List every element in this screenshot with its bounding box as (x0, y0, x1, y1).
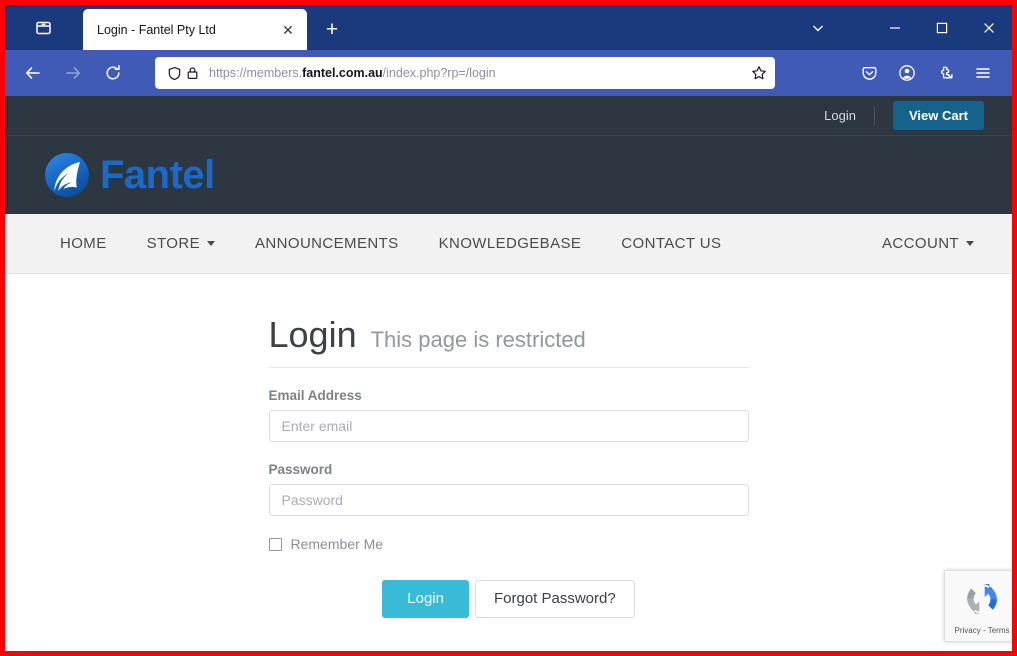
new-tab-icon[interactable]: + (315, 12, 349, 46)
site-navigation: HOME STORE ANNOUNCEMENTS KNOWLEDGEBASE C… (5, 214, 1012, 274)
fantel-logo-icon (43, 151, 91, 199)
hamburger-menu-icon[interactable] (964, 56, 1002, 90)
forward-arrow-icon (55, 56, 91, 90)
remember-me-row[interactable]: Remember Me (268, 536, 749, 552)
site-logo[interactable]: Fantel (43, 151, 215, 199)
lock-icon[interactable] (186, 66, 199, 80)
recaptcha-badge[interactable]: Privacy - Terms (944, 570, 1012, 642)
account-circle-icon[interactable] (888, 56, 926, 90)
site-login-link[interactable]: Login (824, 106, 875, 125)
recaptcha-privacy-terms[interactable]: Privacy - Terms (955, 626, 1010, 635)
recaptcha-logo-icon (961, 578, 1003, 625)
page-title: Login (268, 314, 357, 355)
site-header: Fantel (5, 136, 1012, 214)
browser-window: Login - Fantel Pty Ltd ✕ + https://membe… (0, 0, 1017, 656)
extensions-icon[interactable] (926, 56, 964, 90)
chevron-down-icon (966, 241, 974, 246)
browser-tab[interactable]: Login - Fantel Pty Ltd ✕ (83, 9, 307, 50)
nav-label: CONTACT US (621, 235, 722, 252)
list-all-tabs-icon[interactable] (794, 5, 841, 50)
nav-label: STORE (146, 235, 201, 252)
nav-item-account[interactable]: ACCOUNT (882, 235, 974, 252)
login-button[interactable]: Login (382, 580, 469, 618)
page-subtitle: This page is restricted (370, 327, 586, 352)
nav-label: ACCOUNT (882, 235, 959, 252)
maximize-window-icon[interactable] (918, 5, 965, 50)
toolbar-right-icons (850, 56, 1002, 90)
forgot-password-button[interactable]: Forgot Password? (474, 580, 635, 618)
pocket-icon[interactable] (850, 56, 888, 90)
site-logo-text: Fantel (100, 153, 215, 197)
shield-icon[interactable] (167, 66, 182, 81)
heading-divider (268, 367, 749, 368)
nav-item-contact-us[interactable]: CONTACT US (621, 235, 721, 252)
page-content: Login This page is restricted Email Addr… (5, 274, 1012, 645)
back-arrow-icon[interactable] (15, 56, 51, 90)
firefox-view-button[interactable] (5, 5, 81, 50)
remember-me-checkbox[interactable] (268, 537, 282, 551)
nav-label: ANNOUNCEMENTS (255, 235, 399, 252)
nav-item-store[interactable]: STORE (146, 235, 216, 252)
window-controls (794, 5, 1012, 50)
nav-item-announcements[interactable]: ANNOUNCEMENTS (255, 235, 399, 252)
tab-strip: Login - Fantel Pty Ltd ✕ + (5, 5, 1012, 50)
login-form: Login This page is restricted Email Addr… (268, 274, 749, 618)
email-field[interactable] (268, 410, 749, 442)
password-field[interactable] (268, 484, 749, 516)
reload-icon[interactable] (95, 56, 131, 90)
email-label: Email Address (268, 388, 362, 403)
site-top-bar: Login View Cart (5, 96, 1012, 136)
nav-label: HOME (60, 235, 107, 252)
page-heading: Login This page is restricted (269, 317, 749, 367)
view-cart-button[interactable]: View Cart (892, 101, 984, 130)
close-tab-icon[interactable]: ✕ (277, 19, 299, 41)
form-buttons: Login Forgot Password? (269, 580, 749, 618)
remember-me-label: Remember Me (290, 536, 384, 552)
nav-item-knowledgebase[interactable]: KNOWLEDGEBASE (439, 235, 582, 252)
url-bar[interactable]: https://members.fantel.com.au/index.php?… (155, 57, 775, 89)
chevron-down-icon (207, 241, 216, 246)
password-label: Password (268, 462, 333, 477)
nav-item-home[interactable]: HOME (60, 235, 107, 252)
tab-title: Login - Fantel Pty Ltd (97, 22, 216, 37)
star-icon[interactable] (751, 65, 767, 81)
url-text: https://members.fantel.com.au/index.php?… (209, 66, 496, 80)
minimize-window-icon[interactable] (871, 5, 918, 50)
nav-label: KNOWLEDGEBASE (438, 235, 582, 252)
close-window-icon[interactable] (965, 5, 1012, 50)
browser-toolbar: https://members.fantel.com.au/index.php?… (5, 50, 1012, 96)
